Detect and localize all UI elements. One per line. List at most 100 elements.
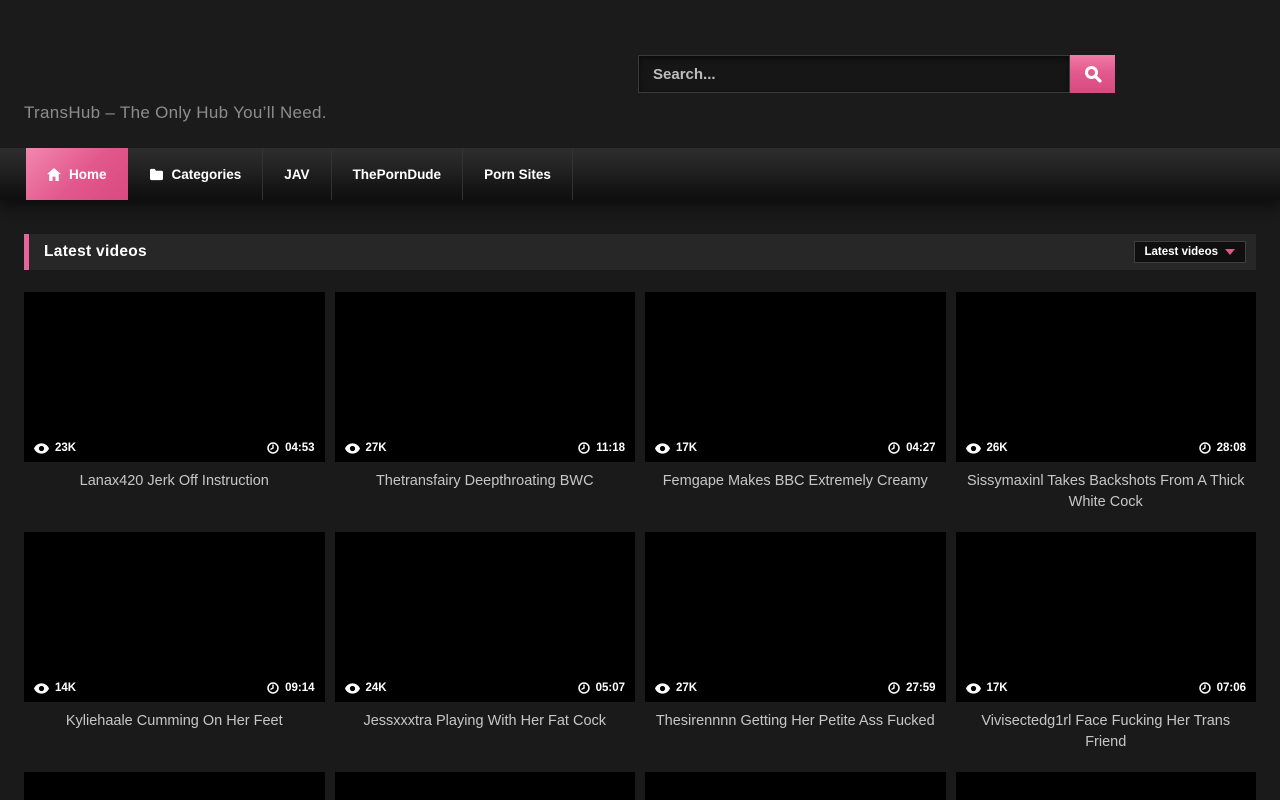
search-button[interactable] — [1070, 55, 1115, 93]
video-stats: 17K 07:06 — [956, 682, 1257, 694]
video-duration: 09:14 — [285, 682, 314, 694]
video-stats: 27K 11:18 — [335, 442, 636, 454]
video-card[interactable]: 23K 04:53 Lanax420 Jerk Off Instruction — [24, 292, 325, 532]
video-views-stat: 27K — [345, 442, 387, 454]
video-views-stat: 17K — [655, 442, 697, 454]
eye-icon — [655, 683, 670, 694]
video-thumbnail[interactable]: 14K 09:14 — [24, 532, 325, 702]
video-thumbnail[interactable]: 23K 04:53 — [24, 292, 325, 462]
video-title[interactable]: Vivisectedg1rl Face Fucking Her Trans Fr… — [956, 711, 1257, 753]
video-title[interactable]: Femgape Makes BBC Extremely Creamy — [645, 471, 946, 492]
video-card[interactable] — [335, 772, 636, 800]
video-duration-stat: 04:53 — [267, 442, 314, 454]
video-stats: 17K 04:27 — [645, 442, 946, 454]
video-stats: 27K 27:59 — [645, 682, 946, 694]
eye-icon — [345, 443, 360, 454]
nav-tab-categories[interactable]: Categories — [128, 148, 264, 200]
video-thumbnail[interactable] — [335, 772, 636, 800]
video-duration: 04:53 — [285, 442, 314, 454]
video-views: 17K — [987, 682, 1008, 694]
video-card[interactable]: 24K 05:07 Jessxxxtra Playing With Her Fa… — [335, 532, 636, 772]
video-duration: 11:18 — [596, 442, 625, 454]
clock-icon — [267, 682, 279, 694]
video-grid: 23K 04:53 Lanax420 Jerk Off Instruction — [24, 292, 1256, 800]
video-card[interactable]: 17K 04:27 Femgape Makes BBC Extremely Cr… — [645, 292, 946, 532]
video-card[interactable]: 17K 07:06 Vivisectedg1rl Face Fucking He… — [956, 532, 1257, 772]
video-thumbnail[interactable]: 24K 05:07 — [335, 532, 636, 702]
video-thumbnail[interactable]: 17K 07:06 — [956, 532, 1257, 702]
video-views: 17K — [676, 442, 697, 454]
video-card[interactable]: 26K 28:08 Sissymaxinl Takes Backshots Fr… — [956, 292, 1257, 532]
video-duration-stat: 28:08 — [1199, 442, 1246, 454]
eye-icon — [966, 683, 981, 694]
search-icon — [1084, 65, 1102, 83]
eye-icon — [655, 443, 670, 454]
folder-icon — [149, 168, 164, 181]
video-stats: 26K 28:08 — [956, 442, 1257, 454]
video-duration-stat: 05:07 — [578, 682, 625, 694]
eye-icon — [345, 683, 360, 694]
video-views-stat: 27K — [655, 682, 697, 694]
eye-icon — [34, 683, 49, 694]
nav-tab-porn-sites[interactable]: Porn Sites — [463, 148, 573, 200]
video-stats: 14K 09:14 — [24, 682, 325, 694]
video-thumbnail[interactable]: 27K 11:18 — [335, 292, 636, 462]
nav-tab-label: Categories — [172, 167, 242, 182]
nav-tab-jav[interactable]: JAV — [263, 148, 331, 200]
video-duration-stat: 09:14 — [267, 682, 314, 694]
nav-tab-home[interactable]: Home — [26, 148, 128, 200]
video-thumbnail[interactable]: 17K 04:27 — [645, 292, 946, 462]
nav-tab-label: Home — [69, 167, 107, 182]
video-duration: 04:27 — [906, 442, 935, 454]
video-duration-stat: 27:59 — [888, 682, 935, 694]
video-duration: 07:06 — [1217, 682, 1246, 694]
nav-tab-theporndude[interactable]: ThePornDude — [332, 148, 464, 200]
video-thumbnail[interactable]: 27K 27:59 — [645, 532, 946, 702]
clock-icon — [888, 442, 900, 454]
video-stats: 23K 04:53 — [24, 442, 325, 454]
video-thumbnail[interactable] — [24, 772, 325, 800]
video-views: 27K — [366, 442, 387, 454]
video-title[interactable]: Thetransfairy Deepthroating BWC — [335, 471, 636, 492]
site-tagline: TransHub – The Only Hub You’ll Need. — [24, 103, 327, 123]
video-views: 27K — [676, 682, 697, 694]
eye-icon — [34, 443, 49, 454]
video-duration: 27:59 — [906, 682, 935, 694]
video-views-stat: 23K — [34, 442, 76, 454]
video-views: 23K — [55, 442, 76, 454]
video-thumbnail[interactable] — [956, 772, 1257, 800]
video-stats: 24K 05:07 — [335, 682, 636, 694]
video-title[interactable]: Lanax420 Jerk Off Instruction — [24, 471, 325, 492]
video-duration: 05:07 — [596, 682, 625, 694]
video-title[interactable]: Jessxxxtra Playing With Her Fat Cock — [335, 711, 636, 732]
home-icon — [47, 168, 61, 181]
video-card[interactable]: 14K 09:14 Kyliehaale Cumming On Her Feet — [24, 532, 325, 772]
search-form — [638, 55, 1115, 93]
section-header: Latest videos Latest videos — [24, 234, 1256, 270]
video-card[interactable] — [956, 772, 1257, 800]
video-duration-stat: 04:27 — [888, 442, 935, 454]
page-header: TransHub – The Only Hub You’ll Need. — [0, 0, 1280, 148]
video-views-stat: 14K — [34, 682, 76, 694]
video-views-stat: 26K — [966, 442, 1008, 454]
video-card[interactable]: 27K 27:59 Thesirennnn Getting Her Petite… — [645, 532, 946, 772]
clock-icon — [578, 682, 590, 694]
nav-tab-label: JAV — [284, 167, 309, 182]
video-thumbnail[interactable]: 26K 28:08 — [956, 292, 1257, 462]
video-title[interactable]: Sissymaxinl Takes Backshots From A Thick… — [956, 471, 1257, 513]
video-card[interactable]: 27K 11:18 Thetransfairy Deepthroating BW… — [335, 292, 636, 532]
sort-dropdown[interactable]: Latest videos — [1134, 241, 1247, 263]
clock-icon — [267, 442, 279, 454]
video-title[interactable]: Thesirennnn Getting Her Petite Ass Fucke… — [645, 711, 946, 732]
video-thumbnail[interactable] — [645, 772, 946, 800]
video-views: 24K — [366, 682, 387, 694]
search-input[interactable] — [638, 55, 1070, 93]
clock-icon — [888, 682, 900, 694]
video-title[interactable]: Kyliehaale Cumming On Her Feet — [24, 711, 325, 732]
video-views-stat: 24K — [345, 682, 387, 694]
main-nav: Home Categories JAV ThePornDude Porn Sit… — [0, 148, 1280, 200]
video-views: 26K — [987, 442, 1008, 454]
eye-icon — [966, 443, 981, 454]
video-card[interactable] — [645, 772, 946, 800]
video-card[interactable] — [24, 772, 325, 800]
